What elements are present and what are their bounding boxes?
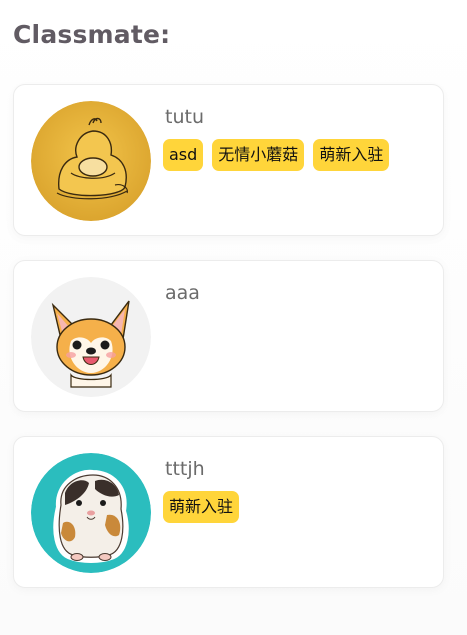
page-title: Classmate: — [13, 20, 171, 49]
tag-badge: asd — [163, 139, 204, 171]
classmate-name: aaa — [165, 282, 200, 304]
tag-badge: 萌新入驻 — [313, 139, 390, 171]
tag-list: 萌新入驻 — [163, 491, 240, 523]
corgi-avatar[interactable] — [31, 277, 151, 397]
guinea-pig-avatar[interactable] — [31, 453, 151, 573]
tag-badge: 萌新入驻 — [163, 491, 240, 523]
page: Classmate: tutu asd 无情小蘑菇 萌新入驻 aaa tttjh… — [0, 0, 467, 635]
classmate-list: tutu asd 无情小蘑菇 萌新入驻 aaa tttjh 萌新入驻 — [13, 84, 444, 612]
classmate-card[interactable]: tttjh 萌新入驻 — [13, 436, 444, 588]
tag-list: asd 无情小蘑菇 萌新入驻 — [163, 139, 390, 171]
classmate-card[interactable]: tutu asd 无情小蘑菇 萌新入驻 — [13, 84, 444, 236]
tag-badge: 无情小蘑菇 — [212, 139, 305, 171]
classmate-name: tttjh — [165, 458, 205, 480]
classmate-card[interactable]: aaa — [13, 260, 444, 412]
classmate-name: tutu — [165, 106, 204, 128]
psyduck-avatar[interactable] — [31, 101, 151, 221]
